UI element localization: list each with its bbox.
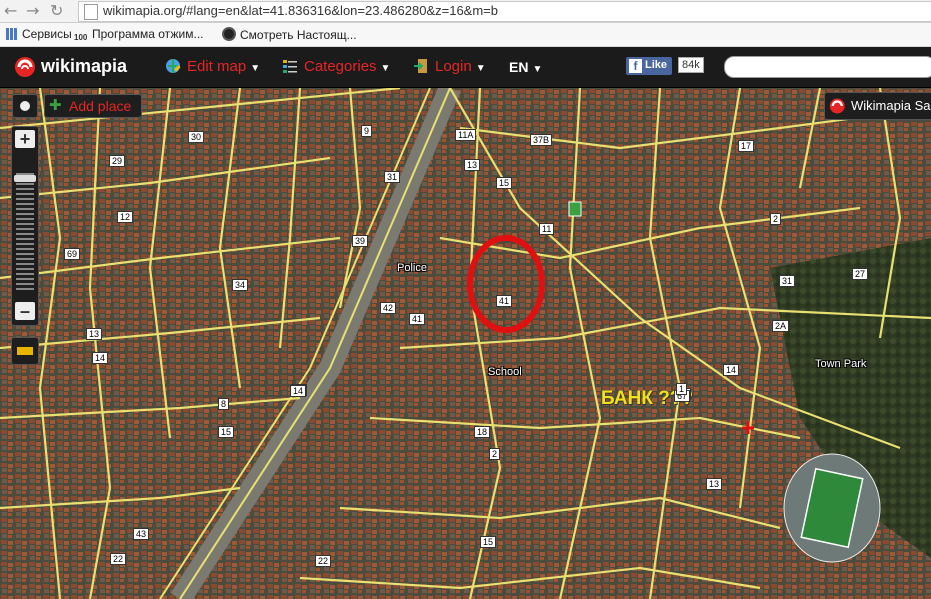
house-number-label[interactable]: 15 — [480, 536, 497, 548]
forward-arrow-icon[interactable]: → — [26, 1, 39, 20]
house-number-label[interactable]: 22 — [110, 553, 127, 565]
house-number-label[interactable]: 2 — [770, 213, 782, 225]
apps-grid-icon — [6, 28, 18, 40]
add-place-button[interactable]: ✚ Add place — [44, 94, 142, 118]
house-number-label[interactable]: 15 — [218, 426, 235, 438]
chevron-down-icon: ▼ — [532, 64, 543, 75]
house-number-label[interactable]: 34 — [232, 279, 249, 291]
house-number-label[interactable]: 8 — [218, 398, 230, 410]
login-menu[interactable]: Login ▼ — [413, 58, 486, 75]
house-number-label[interactable]: 2A — [772, 320, 790, 332]
house-number-label[interactable]: 11 — [539, 223, 555, 235]
chevron-down-icon: ▼ — [250, 63, 261, 74]
house-number-label[interactable]: 12 — [117, 211, 134, 223]
house-number-label[interactable]: 31 — [384, 171, 401, 183]
bookmark-services[interactable]: Сервисы — [6, 27, 72, 41]
map-label-school[interactable]: School — [488, 366, 522, 378]
language-menu[interactable]: EN ▼ — [509, 59, 542, 75]
house-number-label[interactable]: 14 — [723, 364, 740, 376]
house-number-label[interactable]: 43 — [133, 528, 150, 540]
zoom-control: + – — [11, 126, 39, 326]
house-number-label[interactable]: 41 — [496, 295, 513, 307]
house-number-label[interactable]: 13 — [86, 328, 103, 340]
house-number-label[interactable]: 29 — [109, 155, 126, 167]
house-number-label[interactable]: 1 — [676, 383, 688, 395]
house-number-label[interactable]: 22 — [315, 555, 332, 567]
facebook-f-icon: f — [629, 59, 642, 73]
zoom-in-button[interactable]: + — [15, 130, 35, 148]
map-label-town-park[interactable]: Town Park — [815, 358, 866, 370]
map-label-police[interactable]: Police — [397, 262, 427, 274]
house-number-label[interactable]: 69 — [64, 248, 81, 260]
green-document-icon — [568, 201, 582, 217]
house-number-label[interactable]: 13 — [464, 159, 481, 171]
chevron-down-icon: ▼ — [475, 63, 486, 74]
house-number-label[interactable]: 9 — [361, 125, 373, 137]
map-mode-button[interactable] — [12, 94, 38, 118]
satellite-map[interactable]: Police School Town Park БАНК ??? 30 29 12 6… — [0, 88, 931, 599]
search-input[interactable] — [724, 56, 931, 78]
house-number-label[interactable]: 37B — [530, 134, 553, 146]
add-place-icon: ✚ — [49, 97, 62, 114]
ruler-button[interactable] — [11, 337, 39, 365]
facebook-like-label: Like — [645, 59, 668, 71]
chevron-down-icon: ▼ — [380, 63, 391, 74]
bookmark-program[interactable]: 100 Программа отжим... — [74, 27, 204, 45]
list-icon — [283, 60, 297, 73]
house-number-label[interactable]: 27 — [852, 268, 869, 280]
wikimapia-logo-icon — [15, 57, 35, 77]
house-number-label[interactable]: 15 — [496, 177, 513, 189]
edit-map-menu[interactable]: Edit map ▼ — [165, 58, 260, 75]
zoom-slider-handle[interactable] — [14, 175, 36, 182]
zoom-slider-track[interactable] — [16, 173, 34, 293]
wikimapia-toolbar: wikimapia Edit map ▼ Categories ▼ Login ▼ E… — [0, 47, 931, 88]
categories-menu[interactable]: Categories ▼ — [282, 58, 390, 75]
login-door-icon — [414, 59, 427, 73]
back-arrow-icon[interactable]: ← — [4, 1, 17, 20]
bookmark-watch[interactable]: Смотреть Настоящ... — [222, 27, 357, 42]
browser-address-bar: ← → ↻ wikimapia.org/#lang=en&lat=41.8363… — [0, 0, 931, 23]
url-text: wikimapia.org/#lang=en&lat=41.836316&lon… — [103, 3, 498, 18]
url-field[interactable]: wikimapia.org/#lang=en&lat=41.836316&lon… — [78, 1, 931, 22]
film-reel-icon — [222, 27, 236, 41]
reload-icon[interactable]: ↻ — [50, 1, 63, 20]
zoom-out-button[interactable]: – — [15, 302, 35, 320]
page-icon — [84, 4, 98, 20]
house-number-label[interactable]: 39 — [352, 235, 369, 247]
house-number-label[interactable]: 31 — [779, 275, 796, 287]
ruler-icon — [17, 347, 33, 355]
house-number-label[interactable]: 14 — [290, 385, 307, 397]
target-icon — [20, 101, 30, 111]
house-number-label[interactable]: 14 — [92, 352, 109, 364]
house-number-label[interactable]: 41 — [409, 313, 426, 325]
house-number-label[interactable]: 42 — [380, 302, 397, 314]
house-number-label[interactable]: 18 — [474, 426, 491, 438]
globe-pencil-icon — [166, 59, 181, 73]
house-number-label[interactable]: 30 — [188, 131, 205, 143]
house-number-label[interactable]: 11A — [455, 129, 477, 141]
wikimapia-logo-icon — [829, 98, 845, 114]
house-number-label[interactable]: 13 — [706, 478, 723, 490]
facebook-like-count: 84k — [678, 57, 704, 73]
house-number-label[interactable]: 2 — [489, 448, 501, 460]
wikimapia-sat-tab[interactable]: Wikimapia Sa — [824, 92, 931, 120]
bookmarks-bar: Сервисы 100 Программа отжим... Смотреть Н… — [0, 23, 931, 47]
house-number-label[interactable]: 17 — [738, 140, 755, 152]
counter-100-icon: 100 — [74, 33, 88, 42]
